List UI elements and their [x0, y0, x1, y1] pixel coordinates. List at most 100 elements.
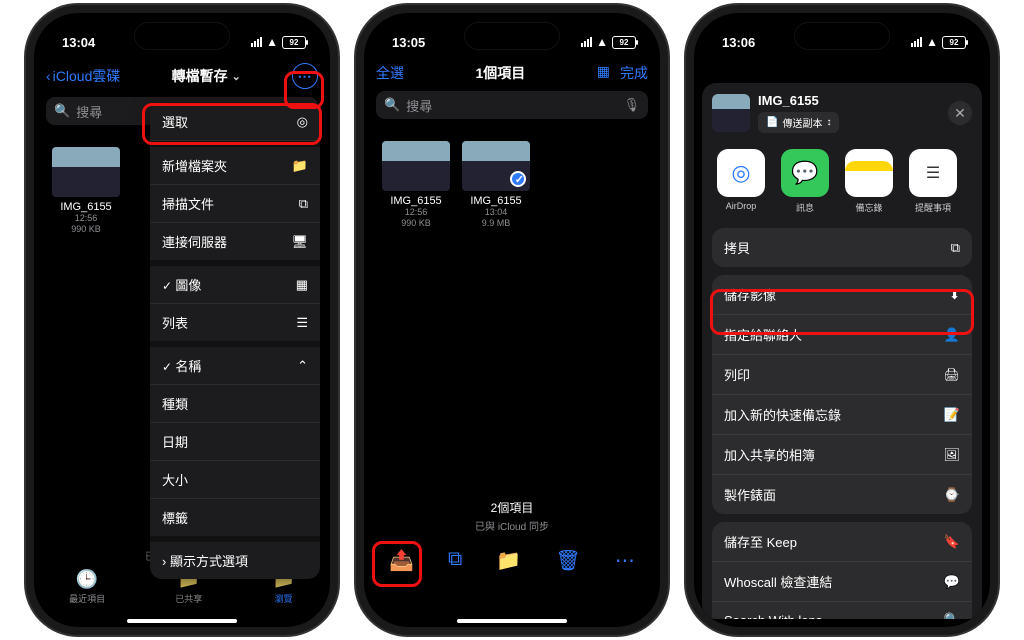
menu-connect-server[interactable]: 連接伺服器🖥	[150, 223, 320, 260]
selection-toolbar: 📤 ⧉ 📁 🗑 ⋯	[364, 548, 660, 573]
file-item-selected[interactable]: IMG_6155 13:04 9.9 MB	[462, 141, 530, 229]
actions-group-3: 儲存至 Keep🔖 Whoscall 檢查連結💬 Search With len…	[712, 522, 972, 619]
nav-bar: ‹ iCloud雲碟 轉檔暫存⌄ ⋯	[34, 57, 330, 93]
action-assign-contact[interactable]: 指定給聯絡人👤	[712, 315, 972, 355]
menu-sort-name[interactable]: ✓ 名稱⌃	[150, 347, 320, 385]
actions-group-2: 儲存影像⬇ 指定給聯絡人👤 列印🖨 加入新的快速備忘錄📝 加入共享的相簿🖼 製作…	[712, 275, 972, 514]
done-button[interactable]: 完成	[620, 63, 648, 83]
file-thumbnail	[382, 141, 450, 191]
clock-icon: 🕒	[69, 569, 105, 590]
menu-scan[interactable]: 掃描文件⧉	[150, 185, 320, 223]
file-item[interactable]: IMG_6155 12:56 990 KB	[52, 147, 120, 235]
file-thumbnail	[52, 147, 120, 197]
chat-icon: 💬	[944, 574, 960, 590]
copy-icon: ⧉	[951, 240, 960, 256]
menu-view-options[interactable]: › 顯示方式選項	[150, 542, 320, 579]
watch-icon: ⌚	[944, 487, 960, 503]
search-icon: 🔍	[944, 612, 960, 619]
wifi-icon: ▲	[926, 35, 938, 49]
dynamic-island	[795, 23, 889, 49]
mic-icon[interactable]: 🎙	[623, 97, 640, 113]
dynamic-island	[135, 23, 229, 49]
phone-3: 13:06 ▲ 92 IMG_6155 📄 傳送副本 ↕ ✕ ◎AirDrop …	[694, 13, 990, 627]
action-quick-note[interactable]: 加入新的快速備忘錄📝	[712, 395, 972, 435]
sheet-options-button[interactable]: 📄 傳送副本 ↕	[758, 112, 839, 133]
chevron-up-icon: ⌃	[297, 358, 308, 374]
download-icon: ⬇	[949, 287, 960, 303]
grid-toggle-icon[interactable]: ▦	[597, 63, 610, 83]
folder-plus-icon: 📁	[292, 158, 308, 174]
chevron-updown-icon: ↕	[826, 117, 831, 128]
cellular-icon	[581, 37, 592, 47]
battery-icon: 92	[282, 36, 306, 49]
more-button[interactable]: ⋯	[292, 63, 318, 89]
menu-sort-tags[interactable]: 標籤	[150, 499, 320, 536]
airdrop-icon: ◎	[717, 149, 765, 197]
action-watch-face[interactable]: 製作錶面⌚	[712, 475, 972, 514]
chevron-down-icon: ⌄	[232, 70, 241, 83]
menu-view-list[interactable]: 列表☰	[150, 304, 320, 341]
messages-icon: 💬	[781, 149, 829, 197]
server-icon: 🖥	[291, 234, 308, 250]
select-all-button[interactable]: 全選	[376, 63, 404, 83]
file-item[interactable]: IMG_6155 12:56 990 KB	[382, 141, 450, 229]
share-sheet: IMG_6155 📄 傳送副本 ↕ ✕ ◎AirDrop 💬訊息 備忘錄 ☰提醒…	[702, 83, 982, 619]
nav-title: 轉檔暫存⌄	[172, 66, 241, 86]
app-airdrop[interactable]: ◎AirDrop	[716, 149, 766, 214]
battery-icon: 92	[612, 36, 636, 49]
home-indicator[interactable]	[457, 619, 567, 623]
menu-sort-date[interactable]: 日期	[150, 423, 320, 461]
duplicate-button[interactable]: ⧉	[448, 548, 462, 573]
nav-title: 1個項目	[475, 63, 525, 83]
action-print[interactable]: 列印🖨	[712, 355, 972, 395]
wifi-icon: ▲	[266, 35, 278, 49]
app-messages[interactable]: 💬訊息	[780, 149, 830, 214]
app-notes[interactable]: 備忘錄	[844, 149, 894, 214]
share-apps-row: ◎AirDrop 💬訊息 備忘錄 ☰提醒事項	[716, 149, 968, 214]
cellular-icon	[251, 37, 262, 47]
menu-select[interactable]: 選取◎	[150, 103, 320, 141]
action-copy[interactable]: 拷貝⧉	[712, 228, 972, 267]
share-button[interactable]: 📤	[389, 548, 414, 573]
footer-status: 2個項目 已與 iCloud 同步	[364, 499, 660, 533]
file-thumbnail	[462, 141, 530, 191]
contact-icon: 👤	[944, 327, 960, 343]
dynamic-island	[465, 23, 559, 49]
action-lens[interactable]: Search With lens🔍	[712, 602, 972, 619]
action-whoscall[interactable]: Whoscall 檢查連結💬	[712, 562, 972, 602]
app-reminders[interactable]: ☰提醒事項	[908, 149, 958, 214]
more-actions-button[interactable]: ⋯	[615, 548, 635, 573]
actions-group-1: 拷貝⧉	[712, 228, 972, 267]
magnifier-icon: 🔍	[384, 97, 400, 113]
sheet-thumbnail	[712, 94, 750, 132]
action-shared-album[interactable]: 加入共享的相簿🖼	[712, 435, 972, 475]
clock: 13:05	[392, 35, 425, 50]
action-save-image[interactable]: 儲存影像⬇	[712, 275, 972, 315]
search-input[interactable]: 🔍 搜尋 🎙	[376, 91, 648, 119]
close-button[interactable]: ✕	[948, 101, 972, 125]
tab-recent[interactable]: 🕒最近項目	[69, 569, 105, 605]
clock: 13:06	[722, 35, 755, 50]
back-button[interactable]: ‹ iCloud雲碟	[46, 66, 120, 86]
reminders-icon: ☰	[909, 149, 957, 197]
grid-icon: ▦	[296, 277, 308, 293]
delete-button[interactable]: 🗑	[555, 548, 580, 573]
action-keep[interactable]: 儲存至 Keep🔖	[712, 522, 972, 562]
menu-new-folder[interactable]: 新增檔案夾📁	[150, 147, 320, 185]
home-indicator[interactable]	[127, 619, 237, 623]
menu-view-grid[interactable]: ✓ 圖像▦	[150, 266, 320, 304]
list-icon: ☰	[296, 315, 308, 331]
wifi-icon: ▲	[596, 35, 608, 49]
move-button[interactable]: 📁	[496, 548, 521, 573]
album-icon: 🖼	[943, 447, 960, 463]
cellular-icon	[911, 37, 922, 47]
menu-sort-size[interactable]: 大小	[150, 461, 320, 499]
sheet-title: IMG_6155	[758, 93, 839, 108]
menu-sort-kind[interactable]: 種類	[150, 385, 320, 423]
bookmark-icon: 🔖	[944, 534, 960, 550]
nav-bar: 全選 1個項目 ▦ 完成	[364, 57, 660, 87]
scan-icon: ⧉	[299, 196, 308, 212]
magnifier-icon: 🔍	[54, 103, 70, 119]
context-menu: 選取◎ 新增檔案夾📁 掃描文件⧉ 連接伺服器🖥 ✓ 圖像▦ 列表☰ ✓ 名稱⌃ …	[150, 103, 320, 579]
print-icon: 🖨	[943, 367, 960, 383]
